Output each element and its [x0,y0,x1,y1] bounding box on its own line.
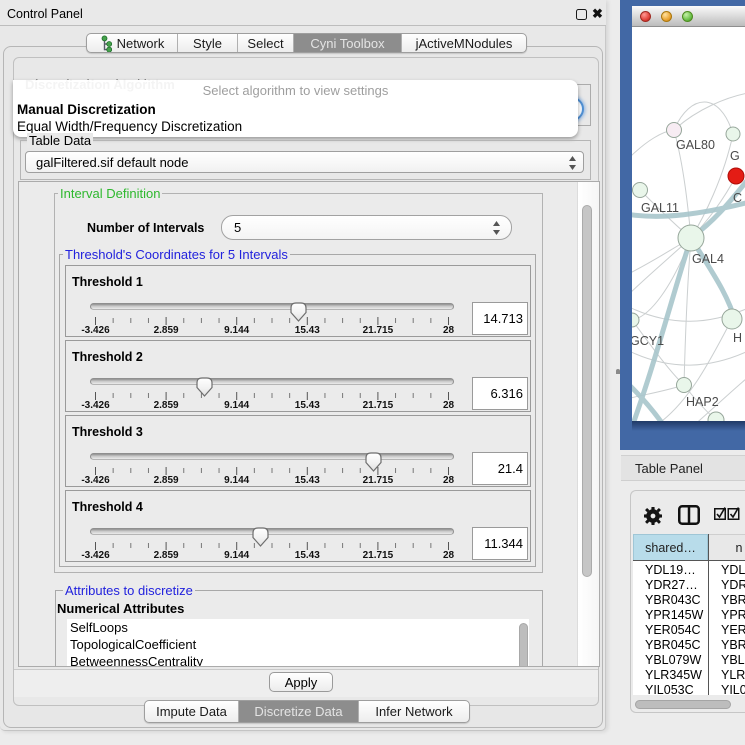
svg-text:GAL4: GAL4 [692,252,724,266]
svg-text:GAL80: GAL80 [676,138,715,152]
svg-text:HAP2: HAP2 [686,395,719,409]
svg-text:C: C [733,191,742,205]
svg-text:G: G [730,149,740,163]
svg-text:H: H [733,331,742,345]
svg-text:GAL11: GAL11 [641,201,679,215]
svg-text:GCY1: GCY1 [632,334,664,348]
